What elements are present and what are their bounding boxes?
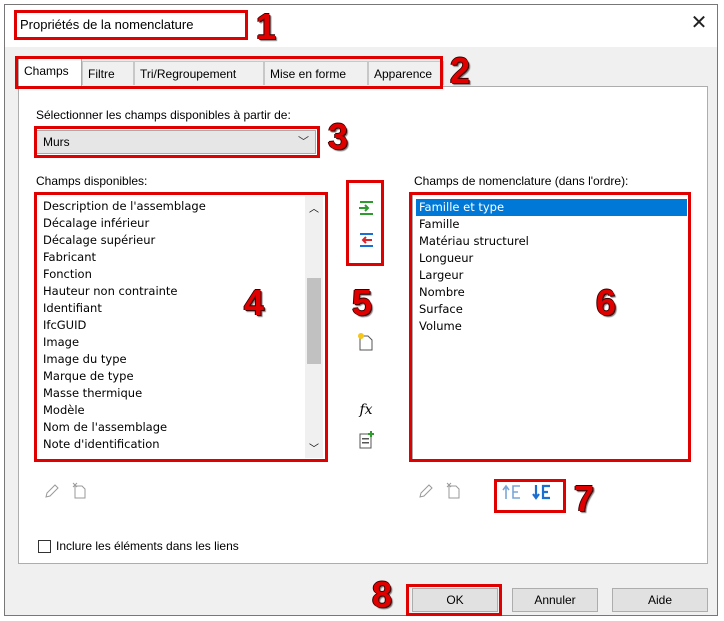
include-links-checkbox[interactable] xyxy=(38,540,51,553)
callout-box-scheduled xyxy=(409,192,691,462)
scheduled-label: Champs de nomenclature (dans l'ordre): xyxy=(414,174,629,188)
delete-field-icon[interactable] xyxy=(442,482,466,506)
available-label: Champs disponibles: xyxy=(36,174,148,188)
callout-box-move xyxy=(494,479,566,513)
callout-box-title xyxy=(14,10,248,40)
callout-box-available xyxy=(34,192,328,462)
source-label: Sélectionner les champs disponibles à pa… xyxy=(36,108,291,122)
callout-number: 5 xyxy=(352,282,373,323)
callout-number: 8 xyxy=(372,574,393,615)
callout-box-source xyxy=(34,126,320,158)
callout-number: 1 xyxy=(256,6,277,47)
include-links-label: Inclure les éléments dans les liens xyxy=(56,539,239,553)
callout-number: 4 xyxy=(244,282,265,323)
edit-field-icon[interactable] xyxy=(414,482,438,506)
close-icon[interactable]: ✕ xyxy=(687,11,711,35)
callout-box-arrows xyxy=(346,180,384,266)
callout-number: 7 xyxy=(574,478,595,519)
edit-parameter-icon[interactable] xyxy=(40,482,64,506)
combine-parameters-icon[interactable] xyxy=(354,430,378,454)
callout-number: 2 xyxy=(450,50,471,91)
new-parameter-icon[interactable] xyxy=(354,332,378,356)
callout-box-ok xyxy=(406,584,502,616)
callout-number: 6 xyxy=(596,282,617,323)
cancel-button[interactable]: Annuler xyxy=(512,588,598,612)
help-button[interactable]: Aide xyxy=(612,588,708,612)
callout-number: 3 xyxy=(328,116,349,157)
callout-box-tabs xyxy=(15,56,443,89)
delete-parameter-icon[interactable] xyxy=(68,482,92,506)
formula-icon[interactable]: fx xyxy=(354,398,378,422)
